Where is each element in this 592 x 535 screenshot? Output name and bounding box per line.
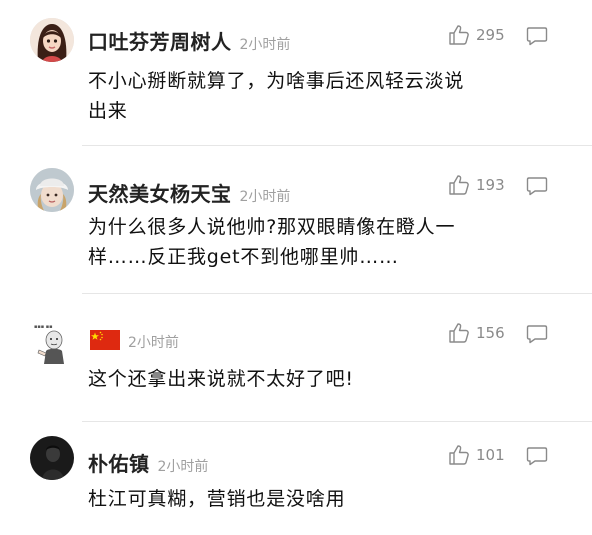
avatar-girl-dark-hair-icon[interactable] <box>30 18 74 62</box>
timestamp: 2小时前 <box>239 189 291 205</box>
comment-item: 天然美女杨天宝 2小时前 193 为什么很多人说他帅?那双眼睛像在瞪人一 样……反… <box>0 146 592 292</box>
comment-text-line: 这个还拿出来说就不太好了吧! <box>88 368 354 390</box>
timestamp: 2小时前 <box>239 37 291 53</box>
username[interactable]: 朴佑镇 2小时前 <box>88 448 208 477</box>
username-text[interactable]: 朴佑镇 <box>88 452 150 476</box>
comment-bubble-icon[interactable] <box>526 446 548 466</box>
comment-text-line: 出来 <box>88 100 128 122</box>
comment-text: 杜江可真糊，营销也是没啥用 <box>88 484 538 514</box>
thumbs-up-icon[interactable] <box>448 322 470 344</box>
timestamp: 2小时前 <box>157 459 209 475</box>
comment-text: 不小心掰断就算了，为啥事后还风轻云淡说 出来 <box>88 66 538 126</box>
like-count: 193 <box>476 176 505 194</box>
comment-text-line: 不小心掰断就算了，为啥事后还风轻云淡说 <box>88 70 465 92</box>
username[interactable]: 天然美女杨天宝 2小时前 <box>88 178 290 207</box>
timestamp: 2小时前 <box>128 335 179 351</box>
username[interactable]: 口吐芬芳周树人 2小时前 <box>88 26 290 55</box>
like-count: 101 <box>476 446 505 464</box>
comment-text-line: 为什么很多人说他帅?那双眼睛像在瞪人一 <box>88 216 456 238</box>
comment-text: 这个还拿出来说就不太好了吧! <box>88 364 538 394</box>
comment-bubble-icon[interactable] <box>526 26 548 46</box>
china-flag-icon <box>90 330 120 350</box>
like-count: 156 <box>476 324 505 342</box>
avatar-meme-figure-icon[interactable]: ▪▪▪ ▪▪ <box>30 320 74 364</box>
svg-text:▪▪▪ ▪▪: ▪▪▪ ▪▪ <box>34 324 53 330</box>
avatar-dark-photo-icon[interactable] <box>30 436 74 480</box>
comment-text-line: 样……反正我get不到他哪里帅…… <box>88 246 399 268</box>
comment-bubble-icon[interactable] <box>526 176 548 196</box>
thumbs-up-icon[interactable] <box>448 24 470 46</box>
username-text[interactable]: 天然美女杨天宝 <box>88 182 232 206</box>
comment-item: 朴佑镇 2小时前 101 杜江可真糊，营销也是没啥用 <box>0 422 592 535</box>
comment-item: ▪▪▪ ▪▪ 2小时前 156 这个还拿出来说就不太好了吧! <box>0 294 592 420</box>
thumbs-up-icon[interactable] <box>448 174 470 196</box>
comment-item: 口吐芬芳周树人 2小时前 295 不小心掰断就算了，为啥事后还风轻云淡说 出来 <box>0 0 592 140</box>
avatar-hat-photo-icon[interactable] <box>30 168 74 212</box>
like-count: 295 <box>476 26 505 44</box>
thumbs-up-icon[interactable] <box>448 444 470 466</box>
comment-text-line: 杜江可真糊，营销也是没啥用 <box>88 488 346 510</box>
username-text[interactable]: 口吐芬芳周树人 <box>88 30 232 54</box>
comment-text: 为什么很多人说他帅?那双眼睛像在瞪人一 样……反正我get不到他哪里帅…… <box>88 212 538 272</box>
comment-bubble-icon[interactable] <box>526 324 548 344</box>
